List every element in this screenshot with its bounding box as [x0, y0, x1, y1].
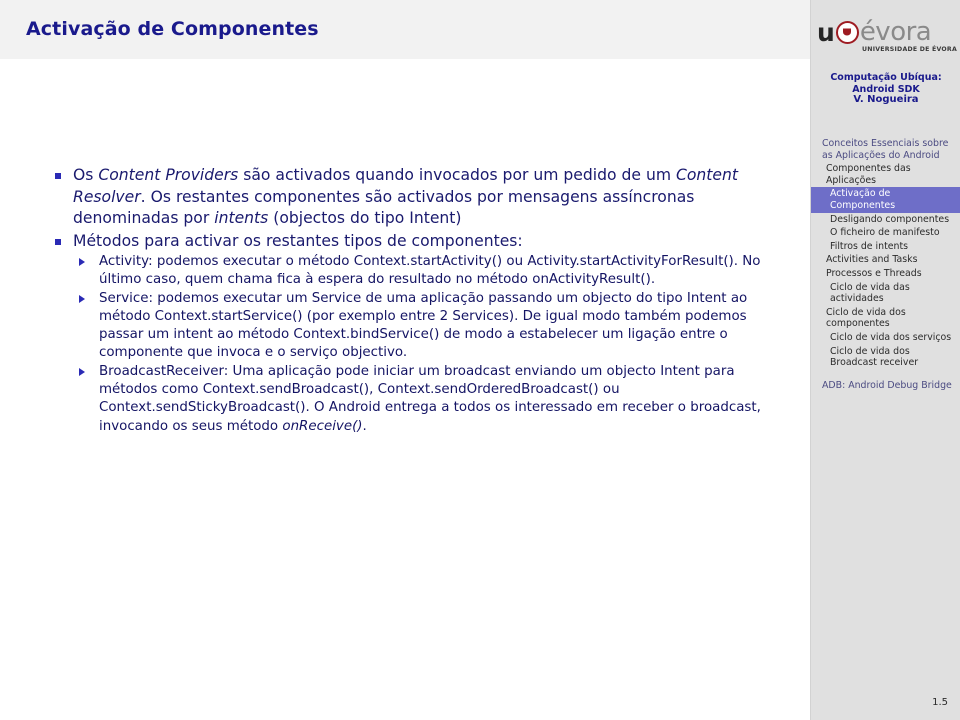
page-number: 1.5: [932, 697, 948, 708]
square-bullet-icon: [55, 238, 61, 245]
sidebar-item-9[interactable]: Ciclo de vida dos componentes: [811, 306, 960, 331]
sidebar-item-label: Ciclo de vida dos serviços: [830, 331, 952, 343]
logo-wordmark: u évora: [817, 19, 957, 45]
nav-separator: [811, 370, 960, 379]
sub-bullet-item: Service: podemos executar um Service de …: [73, 290, 792, 363]
sidebar: u évora UNIVERSIDADE DE ÉVORA Computação…: [810, 0, 960, 720]
sidebar-item-0[interactable]: Conceitos Essenciais sobre as Aplicações…: [811, 137, 960, 162]
sidebar-nav: Conceitos Essenciais sobre as Aplicações…: [811, 137, 960, 392]
sidebar-item-label: Ciclo de vida das actividades: [830, 281, 910, 305]
emphasis-text: Content Providers: [98, 166, 239, 184]
emphasis-text: intents: [214, 209, 269, 227]
sidebar-item-label: Ciclo de vida dos componentes: [826, 306, 906, 330]
sub-bullet-text: BroadcastReceiver: Uma aplicação pode in…: [99, 363, 761, 434]
triangle-bullet-icon: [79, 294, 85, 303]
sidebar-item-label: Ciclo de vida dos Broadcast receiver: [830, 345, 919, 369]
sidebar-item-8[interactable]: Ciclo de vida das actividades: [811, 281, 960, 306]
slide-content: Os Content Providers são activados quand…: [0, 60, 810, 720]
sub-bullet-list: Activity: podemos executar o método Cont…: [73, 253, 792, 436]
course-meta: Computação Ubíqua: Android SDK V. Noguei…: [811, 72, 960, 105]
course-name: Computação Ubíqua:: [830, 72, 942, 83]
sidebar-item-1[interactable]: Componentes das Aplicações: [811, 162, 960, 187]
sidebar-item-5[interactable]: Filtros de intents: [811, 240, 960, 254]
bullet-item: Os Content Providers são activados quand…: [52, 165, 792, 230]
sidebar-item-label: ADB: Android Debug Bridge: [822, 379, 952, 391]
sidebar-item-label: O ficheiro de manifesto: [830, 227, 940, 239]
sidebar-item-2[interactable]: Activação de Componentes: [811, 187, 960, 213]
sidebar-item-label: Componentes das Aplicações: [826, 163, 911, 186]
triangle-bullet-icon: [79, 367, 85, 376]
slide-header-band: Activação de Componentes: [0, 0, 810, 59]
sub-bullet-text: Service: podemos executar um Service de …: [99, 290, 748, 361]
page-title: Activação de Componentes: [26, 18, 319, 40]
sub-bullet-item: BroadcastReceiver: Uma aplicação pode in…: [73, 363, 792, 436]
logo-container: u évora UNIVERSIDADE DE ÉVORA: [811, 0, 960, 62]
sub-bullet-text: Activity: podemos executar o método Cont…: [99, 254, 761, 288]
triangle-bullet-icon: [79, 258, 85, 266]
bullet-item: Métodos para activar os restantes tipos …: [52, 231, 792, 436]
university-logo: u évora UNIVERSIDADE DE ÉVORA: [817, 19, 957, 57]
emphasis-text: onReceive(): [282, 418, 363, 434]
university-seal-icon: [835, 20, 859, 44]
sidebar-item-label: Filtros de intents: [830, 240, 909, 252]
sidebar-item-10[interactable]: Ciclo de vida dos serviços: [811, 331, 960, 345]
sidebar-item-label: Conceitos Essenciais sobre as Aplicações…: [822, 138, 949, 161]
author-name: V. Nogueira: [853, 94, 919, 105]
bullet-text: Os Content Providers são activados quand…: [73, 166, 739, 227]
bullet-list: Os Content Providers são activados quand…: [52, 165, 792, 436]
logo-letter-u: u: [817, 17, 835, 47]
sub-bullet-item: Activity: podemos executar o método Cont…: [73, 253, 792, 290]
sidebar-item-7[interactable]: Processos e Threads: [811, 267, 960, 281]
sidebar-item-11[interactable]: Ciclo de vida dos Broadcast receiver: [811, 345, 960, 370]
sidebar-item-6[interactable]: Activities and Tasks: [811, 253, 960, 267]
sidebar-item-label: Activação de Componentes: [830, 188, 896, 211]
sidebar-item-4[interactable]: O ficheiro de manifesto: [811, 226, 960, 240]
logo-word-evora: évora: [859, 17, 932, 47]
sidebar-item-label: Activities and Tasks: [826, 254, 918, 266]
sidebar-item-0[interactable]: ADB: Android Debug Bridge: [811, 379, 960, 393]
sidebar-item-label: Desligando componentes: [830, 213, 950, 225]
logo-caption: UNIVERSIDADE DE ÉVORA: [862, 46, 957, 53]
square-bullet-icon: [55, 173, 61, 179]
sidebar-item-3[interactable]: Desligando componentes: [811, 213, 960, 227]
bullet-text: Métodos para activar os restantes tipos …: [73, 231, 523, 250]
sidebar-item-label: Processos e Threads: [826, 267, 922, 279]
